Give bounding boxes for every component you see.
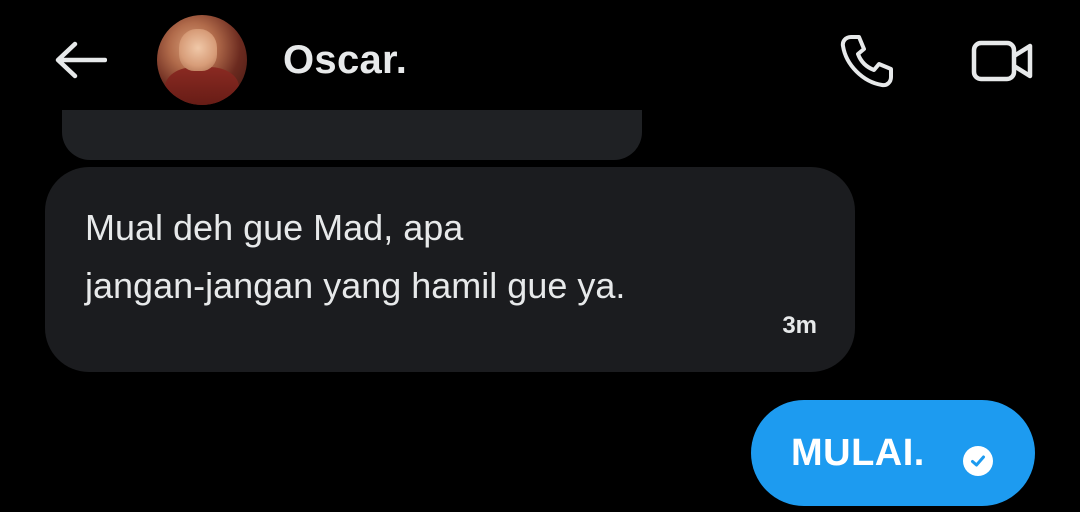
arrow-left-icon (55, 41, 107, 79)
phone-icon (840, 35, 893, 88)
contact-name[interactable]: Oscar. (283, 38, 407, 83)
back-button[interactable] (50, 34, 110, 86)
avatar-body-shape (165, 67, 239, 105)
message-timestamp: 3m (782, 312, 817, 339)
chat-header: Oscar. (0, 0, 1080, 120)
previous-message-bubble[interactable] (62, 110, 642, 160)
video-call-button[interactable] (968, 34, 1036, 88)
received-message-line: jangan-jangan yang hamil gue ya. (85, 265, 626, 306)
sent-message-text: MULAI. (791, 432, 925, 474)
call-button[interactable] (836, 30, 898, 92)
received-message-bubble[interactable]: Mual deh gue Mad, apa jangan-jangan yang… (45, 167, 855, 372)
received-message-text: Mual deh gue Mad, apa jangan-jangan yang… (85, 199, 825, 315)
avatar-face-shape (179, 29, 217, 71)
contact-avatar[interactable] (157, 15, 247, 105)
chat-screen: Oscar. Mual deh gue Mad, apa jangan-jang… (0, 0, 1080, 512)
video-camera-icon (971, 40, 1033, 82)
check-circle-icon (963, 446, 993, 476)
sent-message-bubble[interactable]: MULAI. (751, 400, 1035, 506)
received-message-line: Mual deh gue Mad, apa (85, 207, 464, 248)
